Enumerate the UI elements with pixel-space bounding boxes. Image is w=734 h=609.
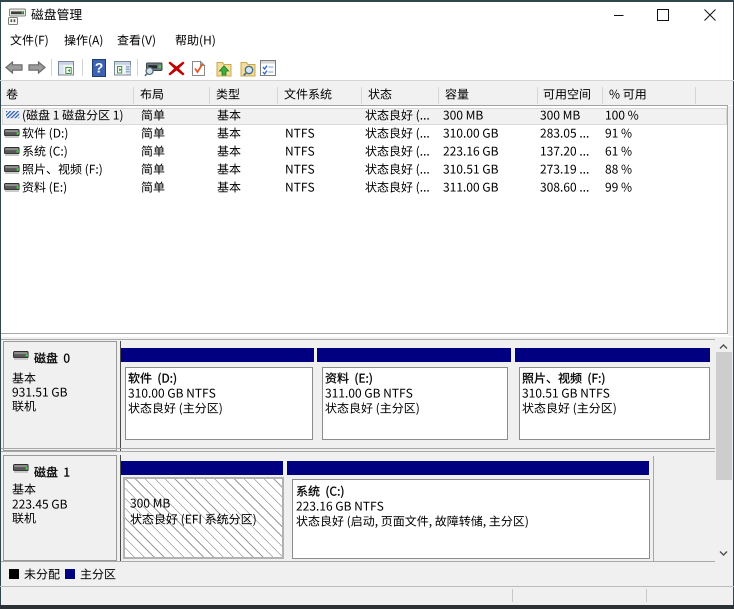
svg-text:?: ? xyxy=(94,60,103,76)
